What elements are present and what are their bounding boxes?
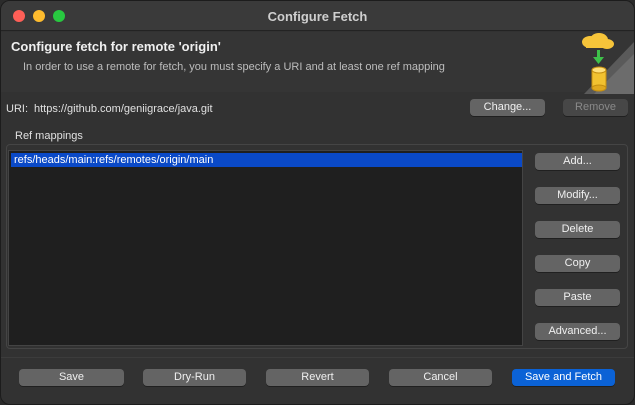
- header-description: In order to use a remote for fetch, you …: [23, 61, 445, 73]
- advanced-ref-button[interactable]: Advanced...: [535, 323, 620, 340]
- save-and-fetch-button[interactable]: Save and Fetch: [512, 369, 615, 386]
- copy-ref-button[interactable]: Copy: [535, 255, 620, 272]
- ref-mappings-label: Ref mappings: [15, 130, 83, 142]
- cancel-button[interactable]: Cancel: [389, 369, 492, 386]
- configure-fetch-dialog: Configure Fetch Configure fetch for remo…: [0, 0, 635, 405]
- uri-value: https://github.com/geniigrace/java.git: [34, 103, 213, 115]
- header-title: Configure fetch for remote 'origin': [11, 39, 221, 54]
- ref-mappings-list[interactable]: refs/heads/main:refs/remotes/origin/main: [8, 150, 523, 346]
- window-title: Configure Fetch: [267, 9, 368, 24]
- list-item[interactable]: refs/heads/main:refs/remotes/origin/main: [11, 153, 522, 167]
- cloud-download-database-icon: [582, 33, 634, 94]
- change-uri-button[interactable]: Change...: [470, 99, 545, 116]
- title-bar: Configure Fetch: [1, 1, 634, 31]
- add-ref-button[interactable]: Add...: [535, 153, 620, 170]
- save-button[interactable]: Save: [19, 369, 124, 386]
- dialog-header: Configure fetch for remote 'origin' In o…: [1, 32, 634, 94]
- remove-uri-button[interactable]: Remove: [563, 99, 628, 116]
- paste-ref-button[interactable]: Paste: [535, 289, 620, 306]
- delete-ref-button[interactable]: Delete: [535, 221, 620, 238]
- footer-divider: [1, 357, 634, 358]
- uri-label: URI:: [6, 103, 28, 115]
- dry-run-button[interactable]: Dry-Run: [143, 369, 246, 386]
- modify-ref-button[interactable]: Modify...: [535, 187, 620, 204]
- revert-button[interactable]: Revert: [266, 369, 369, 386]
